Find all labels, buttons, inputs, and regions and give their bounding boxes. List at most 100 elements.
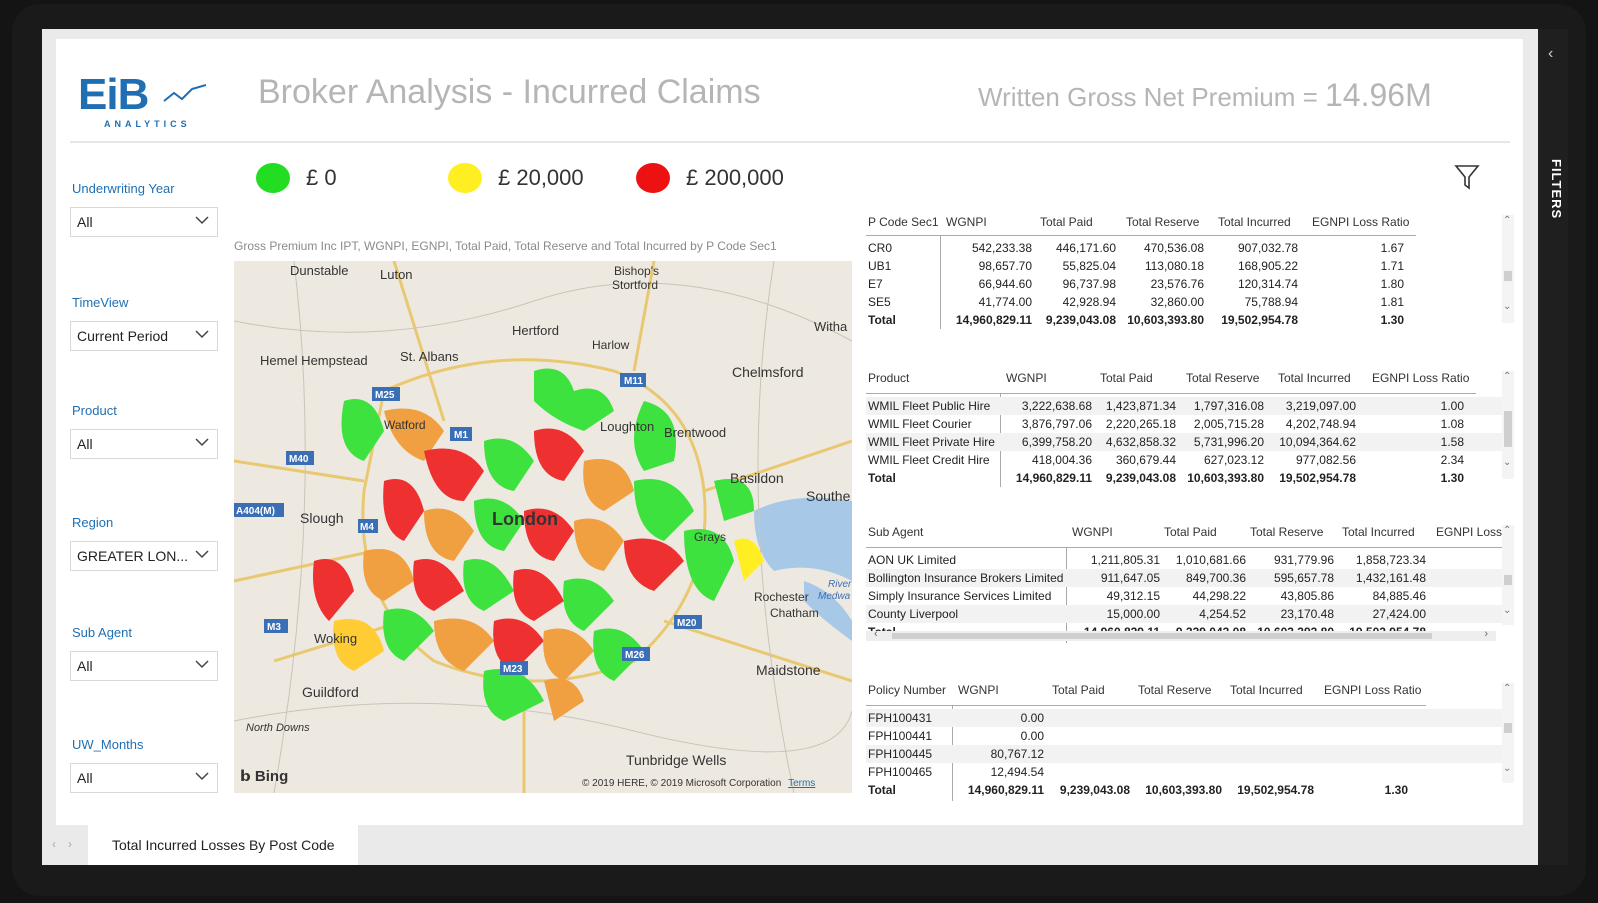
table-row[interactable]: CR0 542,233.38 446,171.60 470,536.08 907,032… — [866, 239, 1506, 257]
table-header[interactable]: EGNPI Loss Ratio — [1312, 215, 1409, 229]
table-policy-scrollbar[interactable]: ⌃ ⌄ — [1502, 683, 1514, 783]
tab-prev-icon[interactable]: ‹ — [52, 837, 56, 851]
row-label-cell: WMIL Fleet Private Hire — [868, 435, 995, 449]
table-header[interactable]: WGNPI — [1072, 525, 1113, 539]
slicer-label-product: Product — [72, 403, 117, 418]
horizontal-scrollbar[interactable]: ‹ › — [866, 628, 1496, 641]
table-row[interactable]: FPH100431 0.00 — [866, 709, 1506, 727]
table-row[interactable]: UB1 98,657.70 55,825.04 113,080.18 168,905.2… — [866, 257, 1506, 275]
table-header[interactable]: Total Reserve — [1126, 215, 1199, 229]
header-rule — [866, 705, 1426, 706]
table-header[interactable]: Sub Agent — [868, 525, 923, 539]
value-cell: 4,254.52 — [1199, 607, 1246, 621]
table-header[interactable]: EGNPI Loss Ratio — [1324, 683, 1421, 697]
table-header[interactable]: WGNPI — [958, 683, 999, 697]
table-header[interactable]: WGNPI — [946, 215, 987, 229]
slicer-sub-agent[interactable]: All — [70, 651, 218, 681]
estuary-water — [754, 497, 852, 581]
value-cell: 1,211,805.31 — [1090, 553, 1160, 567]
table-header[interactable]: Total Paid — [1164, 525, 1217, 539]
table-header[interactable]: Total Paid — [1052, 683, 1105, 697]
slicer-timeview[interactable]: Current Period — [70, 321, 218, 351]
premium-card: Written Gross Net Premium = 14.96M — [978, 77, 1432, 114]
row-label-cell: FPH100441 — [868, 729, 933, 743]
table-header[interactable]: Total Paid — [1040, 215, 1093, 229]
value-cell: 19,502,954.78 — [1279, 471, 1356, 485]
slicer-product[interactable]: All — [70, 429, 218, 459]
slicer-region[interactable]: GREATER LON... — [70, 541, 218, 571]
chevron-left-icon[interactable]: ‹ — [874, 628, 878, 640]
table-row[interactable]: WMIL Fleet Credit Hire 418,004.36 360,679.… — [866, 451, 1506, 469]
table-header[interactable]: P Code Sec1 — [868, 215, 939, 229]
row-label-cell: SE5 — [868, 295, 891, 309]
table-row[interactable]: WMIL Fleet Courier 3,876,797.06 2,220,265.… — [866, 415, 1506, 433]
scroll-thumb[interactable] — [1504, 271, 1512, 281]
slicer-uw-months[interactable]: All — [70, 763, 218, 793]
table-header[interactable]: EGNPI Loss Ratio — [1372, 371, 1469, 385]
table-header[interactable]: WGNPI — [1006, 371, 1047, 385]
scroll-thumb[interactable] — [1504, 723, 1512, 733]
table-row[interactable]: WMIL Fleet Public Hire 3,222,638.68 1,423,… — [866, 397, 1506, 415]
slicer-underwriting-year[interactable]: All — [70, 207, 218, 237]
table-header[interactable]: Total Incurred — [1278, 371, 1351, 385]
table-row[interactable]: E7 66,944.60 96,737.98 23,576.76 120,314.74 1… — [866, 275, 1506, 293]
terms-link[interactable]: Terms — [788, 778, 815, 789]
table-sub-agent-scrollbar[interactable]: ⌃ ⌄ — [1502, 525, 1514, 625]
table-row[interactable]: Simply Insurance Services Limited 49,312.… — [866, 587, 1506, 605]
svg-text:St. Albans: St. Albans — [400, 349, 459, 364]
legend-label: £ 0 — [306, 165, 337, 190]
table-header[interactable]: Total Reserve — [1250, 525, 1323, 539]
table-header[interactable]: Total Reserve — [1138, 683, 1211, 697]
svg-text:Bishop's: Bishop's — [614, 264, 659, 278]
chevron-down-icon[interactable]: ⌄ — [1503, 605, 1511, 616]
table-row[interactable]: County Liverpool 15,000.00 4,254.52 23,170.… — [866, 605, 1506, 623]
chevron-right-icon[interactable]: › — [1484, 628, 1488, 640]
chevron-left-icon[interactable]: ‹ — [1548, 45, 1553, 63]
table-row[interactable]: FPH100441 0.00 — [866, 727, 1506, 745]
chevron-down-icon[interactable]: ⌄ — [1503, 763, 1511, 774]
chevron-down-icon[interactable]: ⌄ — [1503, 301, 1511, 312]
table-row[interactable]: SE5 41,774.00 42,928.94 32,860.00 75,788.94 1… — [866, 293, 1506, 311]
scroll-thumb[interactable] — [1504, 411, 1512, 447]
table-pcode-scrollbar[interactable]: ⌃ ⌄ — [1502, 215, 1514, 323]
table-header[interactable]: Policy Number — [868, 683, 946, 697]
table-total-row[interactable]: Total14,960,829.119,239,043.0810,603,393… — [866, 781, 1506, 799]
svg-text:Tunbridge Wells: Tunbridge Wells — [626, 752, 726, 768]
choropleth-map[interactable]: M25 M11 M1 M40 A404(M) M4 M3 M20 M26 M23… — [234, 261, 852, 793]
legend-label: £ 200,000 — [686, 165, 784, 190]
value-cell: 10,603,393.80 — [1127, 313, 1204, 327]
road-label: M3 — [267, 622, 281, 633]
table-header[interactable]: Total Incurred — [1218, 215, 1291, 229]
filters-pane-toggle[interactable]: ‹ FILTERS — [1538, 29, 1568, 865]
slicer-value: All — [77, 658, 93, 674]
value-cell: 1.30 — [1380, 313, 1404, 327]
svg-text:Woking: Woking — [314, 631, 357, 646]
tab-total-incurred-losses[interactable]: Total Incurred Losses By Post Code — [88, 825, 358, 865]
postcode-regions[interactable] — [313, 368, 764, 722]
table-header[interactable]: Total Incurred — [1342, 525, 1415, 539]
table-row[interactable]: AON UK Limited 1,211,805.31 1,010,681.66 93… — [866, 551, 1506, 569]
table-row[interactable]: Bollington Insurance Brokers Limited 911,… — [866, 569, 1506, 587]
table-product-scrollbar[interactable]: ⌃ ⌄ — [1502, 371, 1514, 479]
filter-funnel-icon[interactable] — [1454, 163, 1480, 191]
map-canvas[interactable]: M25 M11 M1 M40 A404(M) M4 M3 M20 M26 M23… — [234, 261, 852, 793]
table-row[interactable]: FPH100445 80,767.12 — [866, 745, 1506, 763]
chevron-up-icon[interactable]: ⌃ — [1503, 371, 1511, 382]
table-header[interactable]: Product — [868, 371, 909, 385]
table-header[interactable]: Total Paid — [1100, 371, 1153, 385]
table-row[interactable]: FPH100465 12,494.54 — [866, 763, 1506, 781]
table-header[interactable]: Total Reserve — [1186, 371, 1259, 385]
table-header[interactable]: Total Incurred — [1230, 683, 1303, 697]
chevron-down-icon[interactable]: ⌄ — [1503, 457, 1511, 468]
slicer-label-uw-months: UW_Months — [72, 737, 144, 752]
scroll-thumb[interactable] — [892, 633, 1432, 639]
table-total-row[interactable]: Total14,960,829.119,239,043.0810,603,393… — [866, 311, 1506, 329]
value-cell: 15,000.00 — [1106, 607, 1160, 621]
table-total-row[interactable]: Total14,960,829.119,239,043.0810,603,393… — [866, 469, 1506, 487]
scroll-thumb[interactable] — [1504, 575, 1512, 585]
chevron-up-icon[interactable]: ⌃ — [1503, 683, 1511, 694]
chevron-up-icon[interactable]: ⌃ — [1503, 525, 1511, 536]
chevron-up-icon[interactable]: ⌃ — [1503, 215, 1511, 226]
table-row[interactable]: WMIL Fleet Private Hire 6,399,758.20 4,632… — [866, 433, 1506, 451]
tab-next-icon[interactable]: › — [68, 837, 72, 851]
